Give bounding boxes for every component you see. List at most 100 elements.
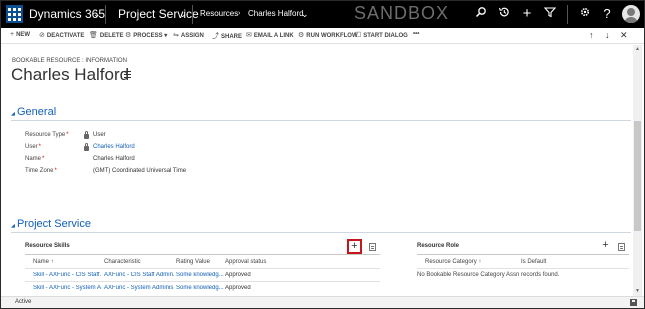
- label-text: Resource Type: [25, 132, 66, 138]
- advanced-find-icon[interactable]: [542, 6, 558, 22]
- new-button[interactable]: + NEW: [10, 31, 30, 38]
- grid-divider: [25, 281, 380, 282]
- collapse-icon[interactable]: ◢: [11, 223, 15, 229]
- resource-type-value: User: [93, 132, 106, 138]
- grid-divider: [417, 268, 629, 269]
- required-marker: *: [54, 168, 57, 174]
- time-zone-field[interactable]: (GMT) Coordinated Universal Time: [93, 168, 186, 174]
- grid-divider: [417, 254, 629, 255]
- assign-icon: ⇋: [173, 32, 179, 39]
- column-header-resource-category[interactable]: Resource Category ↑: [425, 259, 481, 265]
- rating-link[interactable]: Some knowledg...: [176, 285, 224, 291]
- search-icon[interactable]: [473, 6, 489, 22]
- skill-name-link[interactable]: Skill - AXFunc - System A...: [33, 285, 101, 291]
- process-button[interactable]: ⚙ PROCESS ▾: [125, 31, 167, 39]
- field-label-time-zone: Time Zone*: [25, 168, 57, 174]
- help-icon[interactable]: ?: [599, 6, 615, 22]
- nav-divider: [192, 5, 193, 24]
- recent-icon[interactable]: [496, 6, 512, 22]
- lock-icon: [84, 143, 89, 151]
- plus-icon: +: [10, 31, 15, 38]
- column-header-approval[interactable]: Approval status: [225, 259, 266, 265]
- more-commands-button[interactable]: •••: [413, 31, 419, 37]
- breadcrumb-record[interactable]: Charles Halford: [248, 9, 304, 18]
- previous-record-icon[interactable]: ↑: [589, 30, 594, 40]
- breadcrumb-resources[interactable]: Resources: [200, 9, 238, 18]
- save-icon[interactable]: [630, 299, 637, 306]
- grid-divider: [25, 254, 380, 255]
- trash-icon: 🗑: [89, 32, 98, 39]
- scroll-thumb[interactable]: [634, 121, 641, 231]
- grid-view-icon[interactable]: [369, 243, 376, 251]
- field-label-name: Name*: [25, 156, 44, 162]
- close-icon[interactable]: ✕: [620, 30, 628, 41]
- scroll-down-icon[interactable]: ▼: [634, 288, 641, 294]
- required-marker: *: [38, 144, 42, 150]
- nav-divider: [567, 5, 568, 24]
- create-icon[interactable]: +: [519, 6, 535, 22]
- avatar[interactable]: [622, 5, 640, 23]
- delete-button[interactable]: 🗑 DELETE: [89, 31, 124, 39]
- name-field[interactable]: Charles Halford: [93, 156, 135, 162]
- dialog-icon: ☐: [355, 32, 362, 39]
- share-button-label: SHARE: [221, 34, 243, 40]
- chevron-down-icon[interactable]: ⌄: [179, 9, 187, 20]
- chevron-down-icon[interactable]: ⌄: [93, 9, 101, 20]
- column-header-name[interactable]: Name ↑: [33, 259, 54, 265]
- grid-divider: [25, 268, 380, 269]
- command-bar: + NEW ⊘ DEACTIVATE 🗑 DELETE ⚙ PROCESS ▾ ⇋ ASS…: [1, 28, 644, 44]
- nav-divider: [105, 5, 106, 24]
- email-link-button[interactable]: ✉ EMAIL A LINK: [246, 31, 294, 39]
- label-text: Time Zone: [25, 168, 54, 174]
- record-status: Active: [15, 299, 32, 305]
- grid-view-icon[interactable]: [618, 243, 625, 251]
- share-icon: ⤴: [212, 33, 219, 40]
- process-icon: ⚙: [125, 32, 132, 39]
- section-project-service-heading[interactable]: Project Service: [17, 218, 91, 230]
- email-link-button-label: EMAIL A LINK: [253, 33, 294, 39]
- collapse-icon[interactable]: ◢: [11, 111, 15, 117]
- approval-status: Approved: [225, 272, 251, 278]
- required-marker: *: [66, 132, 69, 138]
- column-header-characteristic[interactable]: Characteristic: [104, 259, 141, 265]
- app-launcher-icon[interactable]: [6, 5, 23, 23]
- resource-role-title: Resource Role: [417, 243, 460, 249]
- lock-icon: [84, 131, 89, 139]
- add-skill-button[interactable]: +: [347, 239, 362, 254]
- process-button-label: PROCESS ▾: [133, 33, 168, 39]
- characteristic-link[interactable]: AXFunc - CIS Staff Admin...: [104, 272, 174, 278]
- add-role-button[interactable]: +: [598, 239, 613, 254]
- field-label-resource-type: Resource Type*: [25, 132, 69, 138]
- nav-area[interactable]: Project Service: [118, 7, 199, 21]
- status-bar: Active: [1, 296, 644, 308]
- run-workflow-button[interactable]: ⚙ RUN WORKFLOW: [298, 31, 358, 39]
- assign-button[interactable]: ⇋ ASSIGN: [173, 31, 204, 39]
- menu-icon[interactable]: [124, 71, 131, 80]
- assign-button-label: ASSIGN: [180, 33, 204, 39]
- start-dialog-button[interactable]: ☐ START DIALOG: [355, 31, 408, 39]
- form-selector[interactable]: BOOKABLE RESOURCE : INFORMATION: [12, 58, 127, 64]
- required-marker: *: [42, 156, 45, 162]
- rating-link[interactable]: Some knowledg...: [176, 272, 224, 278]
- chevron-down-icon[interactable]: ⌄: [301, 9, 309, 20]
- user-lookup-link[interactable]: Charles Halford: [93, 144, 135, 150]
- app-window: Dynamics 365 ⌄ Project Service ⌄ Resourc…: [0, 0, 645, 309]
- delete-button-label: DELETE: [99, 33, 124, 39]
- share-button[interactable]: ⤴ SHARE: [212, 31, 242, 41]
- vertical-scrollbar[interactable]: ▲ ▼: [633, 45, 642, 296]
- characteristic-link[interactable]: AXFunc - System Adminis...: [104, 285, 174, 291]
- label-text: Name: [25, 156, 42, 162]
- skill-name-link[interactable]: Skill - AXFunc - CIS Staff...: [33, 272, 101, 278]
- column-header-is-default[interactable]: Is Default: [521, 259, 546, 265]
- scroll-up-icon[interactable]: ▲: [634, 46, 641, 52]
- workflow-icon: ⚙: [298, 32, 305, 39]
- next-record-icon[interactable]: ↓: [605, 30, 610, 40]
- chevron-right-icon[interactable]: ›: [238, 10, 240, 17]
- column-header-rating[interactable]: Rating Value: [176, 259, 210, 265]
- section-general-heading[interactable]: General: [17, 106, 56, 118]
- new-button-label: NEW: [16, 32, 31, 38]
- approval-status: Approved: [225, 285, 251, 291]
- run-workflow-button-label: RUN WORKFLOW: [306, 33, 358, 39]
- settings-icon[interactable]: [577, 6, 593, 22]
- deactivate-button[interactable]: ⊘ DEACTIVATE: [39, 31, 84, 39]
